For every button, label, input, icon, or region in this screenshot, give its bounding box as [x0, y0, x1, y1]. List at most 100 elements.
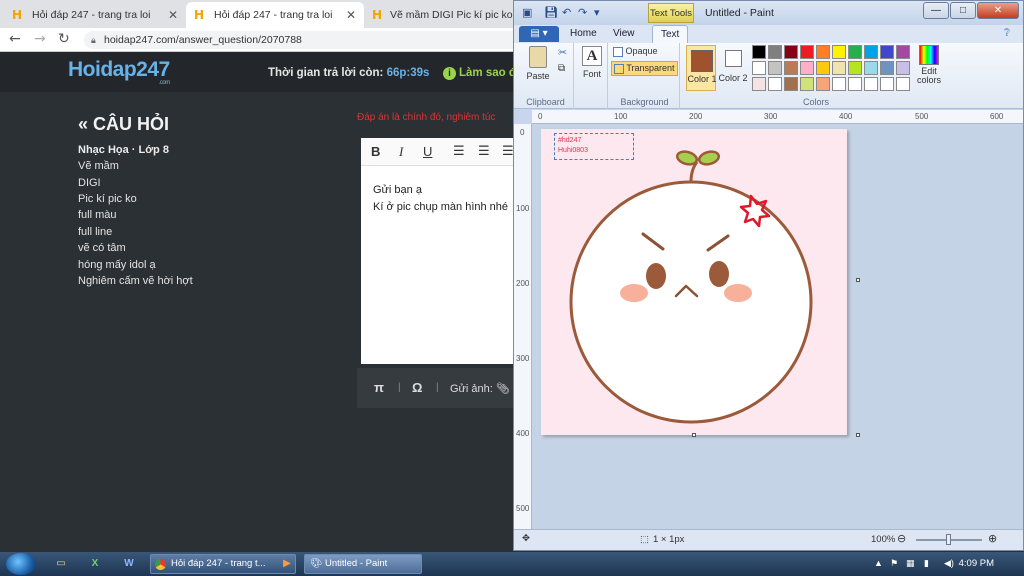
tab-home[interactable]: Home: [570, 28, 597, 39]
palette-swatch[interactable]: [752, 45, 766, 59]
palette-swatch[interactable]: [784, 61, 798, 75]
undo-icon[interactable]: ↶: [562, 6, 571, 19]
palette-swatch[interactable]: [880, 45, 894, 59]
palette-swatch[interactable]: [800, 77, 814, 91]
resize-handle[interactable]: [856, 278, 860, 282]
palette-swatch[interactable]: [832, 61, 846, 75]
save-icon[interactable]: 💾︎: [544, 6, 558, 19]
palette-swatch[interactable]: [784, 77, 798, 91]
reload-icon[interactable]: ↻: [58, 31, 70, 47]
bold-button[interactable]: B: [371, 144, 380, 159]
double-chevron-left-icon[interactable]: «: [78, 114, 88, 134]
resize-handle[interactable]: [692, 433, 696, 437]
palette-swatch[interactable]: [848, 77, 862, 91]
font-button[interactable]: A Font: [580, 46, 604, 79]
align-center-icon[interactable]: ☰: [478, 144, 490, 159]
palette-swatch[interactable]: [768, 61, 782, 75]
palette-swatch[interactable]: [896, 45, 910, 59]
palette-swatch[interactable]: [864, 61, 878, 75]
zoom-slider-thumb[interactable]: [946, 534, 951, 545]
palette-swatch[interactable]: [848, 45, 862, 59]
tray-app-icon[interactable]: ▦: [906, 558, 915, 569]
palette-swatch[interactable]: [832, 45, 846, 59]
underline-button[interactable]: U: [423, 144, 432, 159]
browser-tab-1[interactable]: H Hỏi đáp 247 - trang tra loi ✕: [4, 2, 186, 28]
network-icon[interactable]: ▮: [924, 558, 929, 569]
edit-colors-button[interactable]: Edit colors: [912, 45, 946, 85]
tab-text[interactable]: Text: [652, 25, 689, 43]
omega-button[interactable]: Ω: [412, 380, 422, 395]
forward-arrow-icon[interactable]: →: [34, 31, 46, 47]
copy-icon[interactable]: ⧉: [558, 63, 565, 74]
drawing-canvas[interactable]: #hd247 Huhi0803: [541, 129, 847, 435]
palette-swatch[interactable]: [896, 61, 910, 75]
browser-tab-2[interactable]: H Hỏi đáp 247 - trang tra loi ✕: [186, 2, 364, 28]
palette-swatch[interactable]: [768, 45, 782, 59]
media-player-icon[interactable]: ▶: [276, 555, 298, 573]
pi-button[interactable]: π: [374, 380, 384, 395]
align-left-icon[interactable]: ☰: [453, 144, 465, 159]
paint-app-icon[interactable]: ▣: [522, 6, 532, 19]
palette-swatch[interactable]: [816, 77, 830, 91]
tray-expand-icon[interactable]: ▲: [874, 558, 883, 568]
tab-view[interactable]: View: [613, 28, 635, 39]
file-menu-button[interactable]: ▤ ▾: [519, 26, 559, 42]
url-field[interactable]: 🔒︎ hoidap247.com/answer_question/2070788: [84, 31, 524, 49]
system-clock[interactable]: 4:09 PM: [959, 558, 994, 569]
site-logo[interactable]: Hoidap247 .com: [68, 58, 170, 86]
send-image-button[interactable]: Gửi ảnh: 📎︎: [450, 382, 510, 395]
palette-swatch[interactable]: [816, 61, 830, 75]
taskbar-paint-task[interactable]: 🎨︎ Untitled - Paint: [304, 554, 422, 574]
palette-swatch[interactable]: [896, 77, 910, 91]
paste-button[interactable]: Paste: [526, 46, 550, 81]
close-icon[interactable]: ✕: [346, 8, 356, 22]
transparent-option[interactable]: Transparent: [611, 61, 678, 76]
answer-text[interactable]: Gửi bạn ạ Kí ở pic chụp màn hình nhé: [373, 182, 508, 216]
text-selection-box[interactable]: #hd247 Huhi0803: [554, 133, 634, 160]
taskbar-chrome-task[interactable]: Hỏi đáp 247 - trang t...: [150, 554, 296, 574]
palette-swatch[interactable]: [864, 77, 878, 91]
palette-swatch[interactable]: [864, 45, 878, 59]
cut-icon[interactable]: ✂: [558, 46, 567, 59]
canvas-area[interactable]: #hd247 Huhi0803: [532, 124, 1023, 529]
opaque-option[interactable]: Opaque: [613, 46, 658, 57]
italic-button[interactable]: I: [399, 144, 403, 160]
zoom-slider[interactable]: [916, 534, 982, 545]
clipboard-icon: [529, 46, 547, 68]
answer-editor[interactable]: B I U ☰ ☰ ☰ Gửi bạn ạ Kí ở pic chụp màn …: [361, 138, 514, 364]
close-icon[interactable]: ✕: [168, 8, 178, 22]
volume-icon[interactable]: ◀): [944, 558, 954, 569]
zoom-in-icon[interactable]: ⊕: [988, 532, 997, 545]
back-arrow-icon[interactable]: ←: [9, 31, 21, 47]
start-button[interactable]: [6, 553, 36, 575]
quick-access-dropdown-icon[interactable]: ▾: [594, 6, 600, 19]
browser-tab-3[interactable]: H Vẽ mầm DIGI Pic kí pic ko full: [364, 2, 514, 28]
maximize-button[interactable]: □: [950, 2, 976, 19]
color2-button[interactable]: Color 2: [718, 45, 748, 91]
redo-icon[interactable]: ↷: [578, 6, 587, 19]
palette-swatch[interactable]: [832, 77, 846, 91]
palette-swatch[interactable]: [752, 77, 766, 91]
palette-swatch[interactable]: [880, 77, 894, 91]
align-right-icon[interactable]: ☰: [502, 144, 514, 159]
palette-swatch[interactable]: [880, 61, 894, 75]
minimize-button[interactable]: —: [923, 2, 949, 19]
flag-icon[interactable]: ⚑: [890, 558, 898, 569]
excel-icon[interactable]: X: [84, 555, 106, 573]
palette-swatch[interactable]: [816, 45, 830, 59]
resize-handle[interactable]: [856, 433, 860, 437]
zoom-out-icon[interactable]: ⊖: [897, 532, 906, 545]
explorer-icon[interactable]: ▭: [50, 555, 72, 573]
palette-swatch[interactable]: [784, 45, 798, 59]
palette-swatch[interactable]: [848, 61, 862, 75]
close-button[interactable]: ✕: [977, 2, 1019, 19]
word-icon[interactable]: W: [118, 555, 140, 573]
palette-swatch[interactable]: [800, 61, 814, 75]
palette-swatch[interactable]: [768, 77, 782, 91]
paint-title-bar[interactable]: ▣ 💾︎ ↶ ↷ ▾ Text Tools Untitled - Paint —…: [514, 1, 1023, 25]
color1-button[interactable]: Color 1: [686, 45, 717, 91]
palette-swatch[interactable]: [752, 61, 766, 75]
help-icon[interactable]: ❔︎: [1004, 28, 1010, 39]
how-to-link[interactable]: i Làm sao đ: [443, 67, 516, 80]
palette-swatch[interactable]: [800, 45, 814, 59]
